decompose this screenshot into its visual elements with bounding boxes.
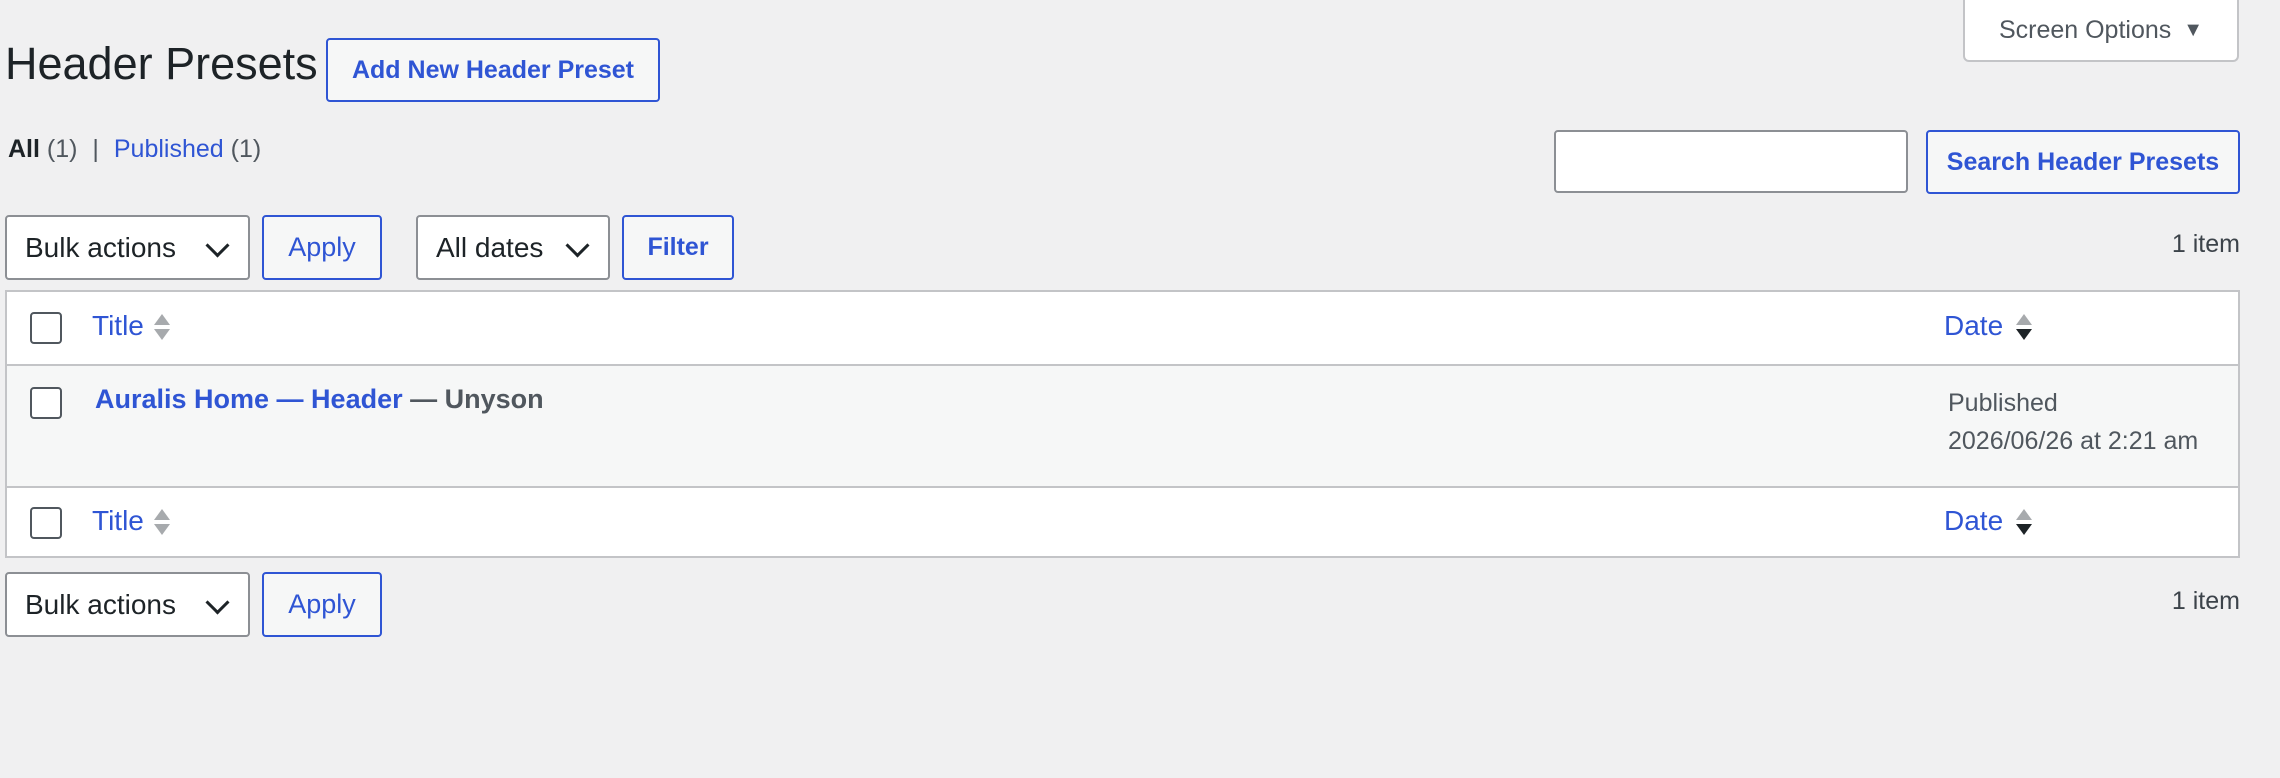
select-all-checkbox-top[interactable] [30,312,62,344]
search-header-presets-button[interactable]: Search Header Presets [1926,130,2240,194]
row-date-cell: Published 2026/06/26 at 2:21 am [1948,384,2198,460]
apply-button-top[interactable]: Apply [262,215,382,280]
column-title-header[interactable]: Title [92,310,144,342]
row-title-link[interactable]: Auralis Home — Header [95,384,403,414]
filter-published-link[interactable]: Published (1) [114,135,261,163]
row-post-state: — Unyson [410,384,544,414]
bulk-actions-select-bottom[interactable]: Bulk actions [5,572,250,637]
items-count-top: 1 item [2171,230,2240,258]
dates-selected: All dates [436,231,544,263]
select-all-checkbox-bottom[interactable] [30,507,62,539]
filter-published-label: Published [113,135,224,163]
table-row: Auralis Home — Header — Unyson Published… [7,366,2238,486]
dates-select[interactable]: All dates [416,215,610,280]
sort-icon[interactable] [2016,507,2032,539]
filter-separator: | [92,135,99,163]
chevron-down-icon [565,232,590,258]
caret-down-icon: ▼ [2183,18,2204,41]
posts-table: Title Date Auralis Home — Header — Unyso… [5,290,2240,558]
search-input[interactable] [1554,130,1908,193]
sort-icon[interactable] [2016,312,2032,344]
filter-all-label: All [8,135,40,163]
filter-published-count: (1) [230,135,262,163]
row-title-cell: Auralis Home — Header — Unyson [95,384,544,415]
screen-options-label: Screen Options [1998,15,2172,44]
sort-icon[interactable] [154,312,170,344]
chevron-down-icon [205,232,230,258]
row-date: 2026/06/26 at 2:21 am [1948,427,2199,455]
bulk-actions-select-top[interactable]: Bulk actions [5,215,250,280]
bulk-actions-selected-bottom: Bulk actions [25,588,176,620]
table-footer-row: Title Date [7,488,2238,558]
row-status: Published [1948,389,2058,417]
column-date-footer[interactable]: Date [1944,505,2003,537]
table-header-row: Title Date [7,292,2238,364]
page-title: Header Presets [5,38,318,89]
filter-button[interactable]: Filter [622,215,734,280]
column-title-footer[interactable]: Title [92,505,144,537]
apply-button-bottom[interactable]: Apply [262,572,382,637]
filter-all-count: (1) [46,135,78,163]
add-new-header-preset-button[interactable]: Add New Header Preset [326,38,660,102]
chevron-down-icon [205,589,230,615]
bulk-actions-selected-top: Bulk actions [25,231,176,263]
items-count-bottom: 1 item [2171,587,2240,615]
status-filter-links: All (1) | Published (1) [8,135,261,164]
row-checkbox[interactable] [30,387,62,419]
sort-icon[interactable] [154,507,170,539]
screen-options-button[interactable]: Screen Options ▼ [1963,0,2239,62]
column-date-header[interactable]: Date [1944,310,2003,342]
filter-all-link[interactable]: All (1) [8,135,77,163]
